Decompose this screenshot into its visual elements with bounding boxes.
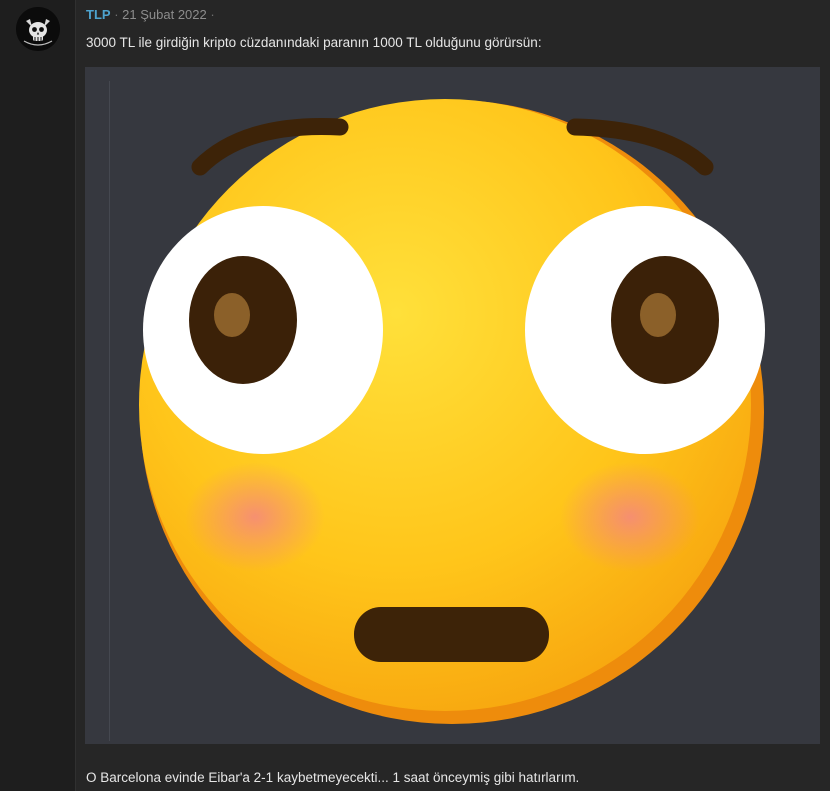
forum-page: TLP · 21 Şubat 2022 · 3000 TL ile girdiğ… — [0, 0, 830, 791]
post-image[interactable] — [85, 67, 820, 744]
post-message-2: O Barcelona evinde Eibar'a 2-1 kaybetmey… — [86, 770, 580, 785]
author-sidebar — [0, 0, 76, 791]
meta-separator: · — [114, 7, 119, 22]
username-link[interactable]: TLP — [86, 7, 111, 22]
post-meta: TLP · 21 Şubat 2022 · — [86, 7, 215, 22]
post-message: 3000 TL ile girdiğin kripto cüzdanındaki… — [86, 35, 542, 50]
meta-separator: · — [210, 7, 215, 22]
skull-icon — [16, 7, 60, 51]
post: TLP · 21 Şubat 2022 · 3000 TL ile girdiğ… — [76, 0, 830, 791]
post-date[interactable]: 21 Şubat 2022 — [122, 7, 207, 22]
flushed-face-emoji — [139, 99, 765, 724]
avatar[interactable] — [16, 7, 60, 51]
